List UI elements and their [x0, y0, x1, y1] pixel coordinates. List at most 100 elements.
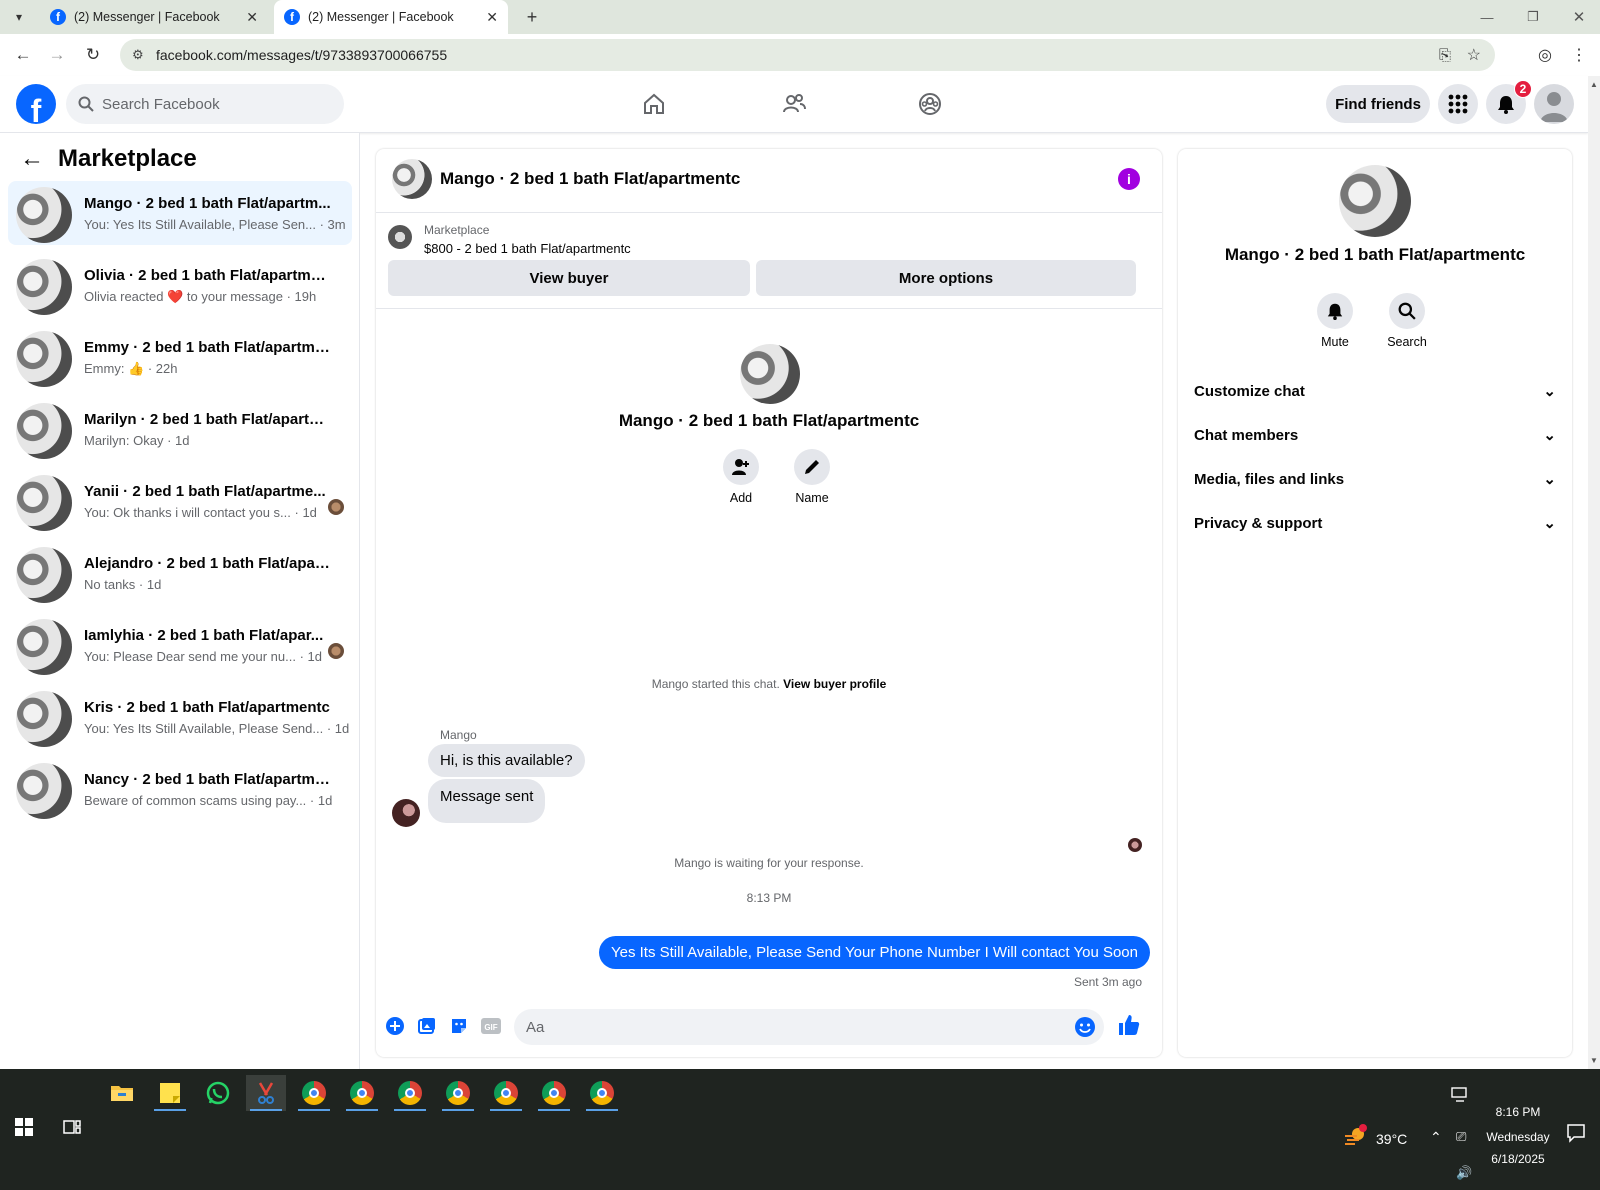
- site-settings-icon[interactable]: ⚙: [132, 47, 144, 63]
- friends-icon[interactable]: [774, 86, 814, 122]
- back-arrow-icon[interactable]: ←: [20, 145, 44, 173]
- clock-time[interactable]: 8:16 PM: [1478, 1105, 1558, 1119]
- search-in-chat-button[interactable]: Search: [1377, 293, 1437, 349]
- avatar: [16, 259, 72, 315]
- message-input[interactable]: Aa: [514, 1009, 1104, 1045]
- incoming-message[interactable]: Message sent: [428, 779, 546, 823]
- meet-now-icon[interactable]: ⎚: [1456, 1129, 1466, 1145]
- weather-icon[interactable]: [1336, 1117, 1376, 1153]
- conversation-item[interactable]: Emmy · 2 bed 1 bath Flat/apartme... Emmy…: [8, 325, 352, 389]
- mute-button[interactable]: Mute: [1305, 293, 1365, 349]
- close-window-icon[interactable]: ✕: [1556, 0, 1600, 34]
- task-view-icon[interactable]: [52, 1109, 92, 1145]
- find-friends-button[interactable]: Find friends: [1326, 85, 1430, 123]
- conversation-item[interactable]: Iamlyhia · 2 bed 1 bath Flat/apar... You…: [8, 613, 352, 677]
- media-files-links-section[interactable]: Media, files and links ⌄: [1194, 461, 1556, 497]
- minimize-icon[interactable]: —: [1464, 0, 1510, 34]
- close-tab-icon[interactable]: ✕: [486, 9, 498, 26]
- pencil-icon: [805, 460, 819, 474]
- bookmark-star-icon[interactable]: ☆: [1467, 45, 1481, 65]
- page-scrollbar[interactable]: ▲ ▼: [1588, 76, 1600, 1069]
- scroll-down-icon[interactable]: ▼: [1590, 1056, 1598, 1065]
- listing-price[interactable]: $800 - 2 bed 1 bath Flat/apartmentc: [424, 241, 631, 256]
- sticky-notes-icon[interactable]: [150, 1075, 190, 1111]
- notifications-button[interactable]: 2: [1486, 80, 1532, 124]
- facebook-logo[interactable]: f: [16, 84, 56, 124]
- conversation-item[interactable]: Olivia · 2 bed 1 bath Flat/apartmentc Ol…: [8, 253, 352, 317]
- file-explorer-icon[interactable]: [102, 1075, 142, 1111]
- chrome-profile-5-icon[interactable]: [486, 1075, 526, 1111]
- conversation-item[interactable]: Alejandro · 2 bed 1 bath Flat/apart... N…: [8, 541, 352, 605]
- install-app-icon[interactable]: ⎘: [1439, 47, 1451, 64]
- chrome-profile-1-icon[interactable]: [294, 1075, 334, 1111]
- chrome-profile-2-icon[interactable]: [342, 1075, 382, 1111]
- gif-icon[interactable]: GIF: [480, 1015, 502, 1037]
- info-icon[interactable]: i: [1118, 168, 1140, 190]
- notification-center-icon[interactable]: [1556, 1115, 1596, 1151]
- temperature[interactable]: 39°C: [1376, 1131, 1407, 1147]
- add-people-button[interactable]: Add: [711, 449, 771, 505]
- section-label: Customize chat: [1194, 382, 1305, 400]
- chevron-up-icon[interactable]: ⌃: [1430, 1129, 1442, 1146]
- browser-tab-2[interactable]: f (2) Messenger | Facebook ✕: [274, 0, 508, 34]
- close-tab-icon[interactable]: ✕: [246, 9, 258, 26]
- message-composer: GIF Aa: [376, 997, 1162, 1053]
- tab-search-icon[interactable]: ▾: [6, 4, 32, 30]
- avatar[interactable]: [392, 159, 432, 199]
- conversation-snippet: Olivia reacted ❤️ to your message · 19h: [84, 289, 317, 304]
- emoji-icon[interactable]: [1074, 1016, 1096, 1043]
- conversation-item[interactable]: Marilyn · 2 bed 1 bath Flat/apartm... Ma…: [8, 397, 352, 461]
- home-icon[interactable]: [634, 86, 674, 122]
- conversation-item[interactable]: Kris · 2 bed 1 bath Flat/apartmentc You:…: [8, 685, 352, 749]
- clock-date[interactable]: 6/18/2025: [1478, 1152, 1558, 1166]
- avatar: [16, 331, 72, 387]
- chrome-profile-6-icon[interactable]: [534, 1075, 574, 1111]
- facebook-header: f Search Facebook Find friends 2: [0, 76, 1588, 133]
- more-options-button[interactable]: More options: [756, 260, 1136, 296]
- browser-tab-strip: ▾ f (2) Messenger | Facebook ✕ f (2) Mes…: [0, 0, 1600, 34]
- profile-icon[interactable]: ◎: [1532, 42, 1558, 68]
- chrome-profile-7-icon[interactable]: [582, 1075, 622, 1111]
- chat-title[interactable]: Mango · 2 bed 1 bath Flat/apartmentc: [440, 169, 740, 189]
- menu-grid-icon[interactable]: [1438, 84, 1478, 124]
- conversation-item[interactable]: Nancy · 2 bed 1 bath Flat/apartme... Bew…: [8, 757, 352, 821]
- customize-chat-section[interactable]: Customize chat ⌄: [1194, 373, 1556, 409]
- search-facebook[interactable]: Search Facebook: [66, 84, 344, 124]
- maximize-icon[interactable]: ❐: [1510, 0, 1556, 34]
- browser-menu-icon[interactable]: ⋮: [1566, 42, 1592, 68]
- plus-circle-icon[interactable]: [384, 1015, 406, 1037]
- outgoing-message[interactable]: Yes Its Still Available, Please Send You…: [598, 936, 1150, 969]
- url-bar[interactable]: ⚙ facebook.com/messages/t/97338937000667…: [120, 39, 1495, 71]
- clock-day[interactable]: Wednesday: [1474, 1130, 1562, 1144]
- snipping-tool-icon[interactable]: [246, 1075, 286, 1111]
- thumbs-up-icon[interactable]: [1116, 1012, 1142, 1038]
- view-buyer-profile-link[interactable]: View buyer profile: [783, 677, 886, 691]
- address-bar: ← → ↻ ⚙ facebook.com/messages/t/97338937…: [0, 34, 1600, 76]
- incoming-message[interactable]: Hi, is this available?: [428, 744, 585, 777]
- conversation-item[interactable]: Yanii · 2 bed 1 bath Flat/apartme... You…: [8, 469, 352, 533]
- conversation-item[interactable]: Mango · 2 bed 1 bath Flat/apartm... You:…: [8, 181, 352, 245]
- browser-tab-1[interactable]: f (2) Messenger | Facebook ✕: [40, 0, 268, 34]
- scroll-up-icon[interactable]: ▲: [1590, 80, 1598, 89]
- reload-icon[interactable]: ↻: [80, 42, 106, 68]
- forward-arrow-icon[interactable]: →: [44, 42, 70, 68]
- back-arrow-icon[interactable]: ←: [10, 42, 36, 68]
- chat-header: Mango · 2 bed 1 bath Flat/apartmentc i: [376, 149, 1162, 213]
- conversation-snippet: No tanks · 1d: [84, 577, 162, 592]
- name-chat-button[interactable]: Name: [782, 449, 842, 505]
- volume-icon[interactable]: 🔊: [1456, 1165, 1472, 1181]
- account-avatar[interactable]: [1534, 84, 1574, 124]
- chrome-profile-3-icon[interactable]: [390, 1075, 430, 1111]
- photo-icon[interactable]: [416, 1015, 438, 1037]
- view-buyer-button[interactable]: View buyer: [388, 260, 750, 296]
- whatsapp-icon[interactable]: [198, 1075, 238, 1111]
- sticker-icon[interactable]: [448, 1015, 470, 1037]
- windows-start-icon[interactable]: [4, 1109, 44, 1145]
- groups-icon[interactable]: [910, 86, 950, 122]
- new-tab-icon[interactable]: +: [519, 4, 545, 30]
- search-icon: [78, 96, 94, 112]
- privacy-support-section[interactable]: Privacy & support ⌄: [1194, 505, 1556, 541]
- network-icon[interactable]: [1440, 1077, 1480, 1113]
- chat-members-section[interactable]: Chat members ⌄: [1194, 417, 1556, 453]
- chrome-profile-4-icon[interactable]: [438, 1075, 478, 1111]
